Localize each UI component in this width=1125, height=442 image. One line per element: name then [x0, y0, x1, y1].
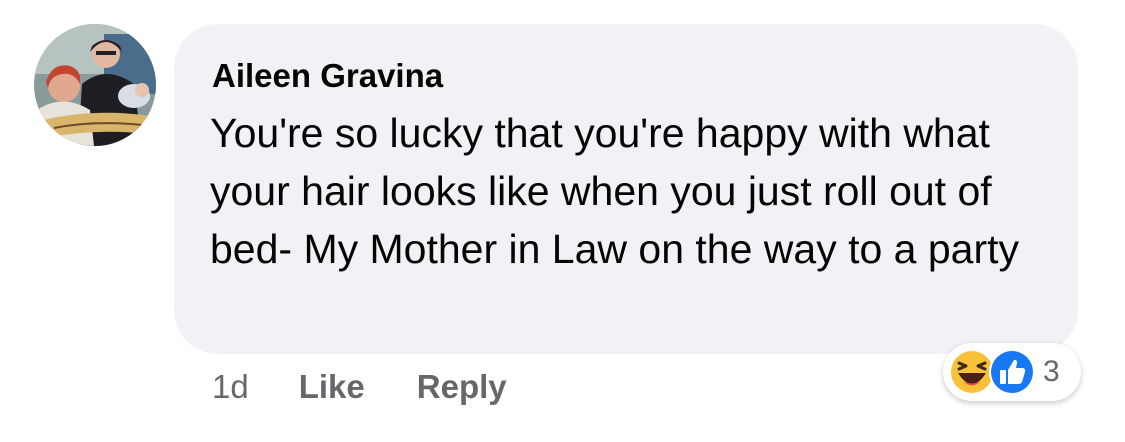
avatar[interactable]: [34, 24, 156, 146]
comment-page: Aileen Gravina You're so lucky that you'…: [0, 0, 1125, 442]
comment-author-name[interactable]: Aileen Gravina: [212, 54, 1042, 98]
reactions-summary[interactable]: 3: [943, 343, 1081, 401]
comment-actions: 1d Like Reply: [212, 362, 559, 412]
reply-button[interactable]: Reply: [417, 368, 507, 406]
reaction-count: 3: [1043, 355, 1060, 388]
comment-timestamp[interactable]: 1d: [212, 368, 249, 406]
avatar-photo: [34, 24, 156, 146]
like-button[interactable]: Like: [299, 368, 365, 406]
thumbs-up-icon: [987, 347, 1037, 397]
comment-bubble: Aileen Gravina You're so lucky that you'…: [174, 24, 1078, 354]
comment-text: You're so lucky that you're happy with w…: [210, 110, 1020, 272]
